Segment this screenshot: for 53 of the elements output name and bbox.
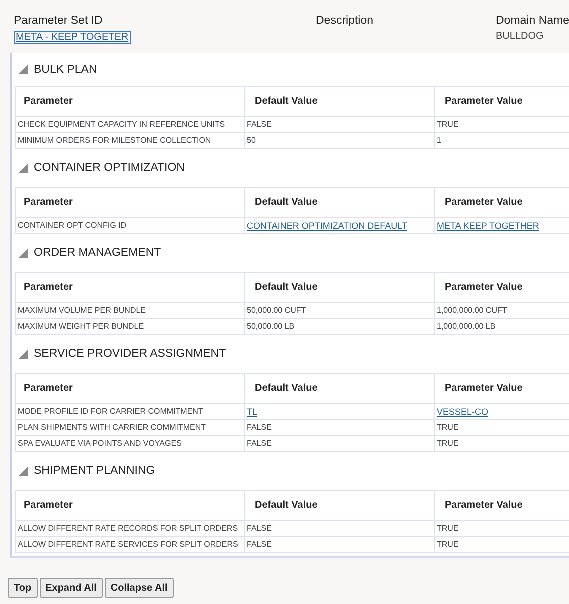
toolbar-button[interactable]: Collapse All [104,578,174,598]
field-label: Description [316,15,374,27]
section-title: CONTAINER OPTIMIZATION [34,162,185,174]
section-title: SHIPMENT PLANNING [34,465,156,477]
column-header: Parameter Value [434,86,569,116]
table-cell: MAXIMUM VOLUME PER BUNDLE [16,302,244,318]
field-value: BULLDOG [496,31,544,42]
column-header: Parameter [16,86,244,116]
column-header: Parameter Value [434,272,569,302]
toolbar-button[interactable]: Expand All [40,578,103,598]
value-link[interactable]: CONTAINER OPTIMIZATION DEFAULT [244,218,434,234]
parameter-set-link[interactable]: META - KEEP TOGETER [14,31,131,44]
table-cell: MODE PROFILE ID FOR CARRIER COMMITMENT [16,404,244,420]
table-cell: 50 [244,132,434,148]
value-link[interactable]: TL [244,404,434,420]
column-header: Parameter Value [434,490,569,520]
section-title: ORDER MANAGEMENT [34,247,162,259]
table-cell: ALLOW DIFFERENT RATE RECORDS FOR SPLIT ORDERS [16,520,244,536]
collapse-triangle-icon[interactable] [19,466,28,476]
column-header: Default Value [244,86,434,116]
table-cell: SPA EVALUATE VIA POINTS AND VOYAGES [16,436,244,452]
section-title: BULK PLAN [34,64,98,76]
toolbar-button[interactable]: Top [8,578,38,598]
table-cell: FALSE [244,520,434,536]
column-header: Default Value [244,188,434,218]
table-cell: ALLOW DIFFERENT RATE SERVICES FOR SPLIT ORDERS [16,536,244,552]
table-cell: FALSE [244,420,434,436]
column-header: Parameter [16,490,244,520]
collapse-triangle-icon[interactable] [19,164,28,172]
table-cell: MAXIMUM WEIGHT PER BUNDLE [16,318,244,334]
table-cell: PLAN SHIPMENTS WITH CARRIER COMMITMENT [16,420,244,436]
field-label: Domain Name [496,15,569,27]
column-header: Default Value [244,272,434,302]
table-cell: FALSE [244,436,434,452]
field-label: Parameter Set ID [14,15,103,27]
table-cell: CONTAINER OPT CONFIG ID [16,218,244,234]
collapse-triangle-icon[interactable] [19,65,28,74]
table-cell: 50,000.00 LB [244,318,434,334]
column-header: Parameter [16,272,244,302]
column-header: Parameter [16,374,244,404]
column-header: Default Value [244,374,434,404]
column-header: Parameter [16,188,244,218]
table-cell: 50,000.00 CUFT [244,302,434,318]
table-cell: FALSE [244,116,434,132]
section-title: SERVICE PROVIDER ASSIGNMENT [34,348,226,360]
table-cell: MINIMUM ORDERS FOR MILESTONE COLLECTION [16,132,244,148]
collapse-triangle-icon[interactable] [19,350,28,358]
column-header: Default Value [244,490,434,520]
column-header: Parameter Value [434,374,569,404]
table-cell: CHECK EQUIPMENT CAPACITY IN REFERENCE UNITS [16,116,244,132]
table-cell: FALSE [244,536,434,552]
collapse-triangle-icon[interactable] [19,248,28,258]
column-header: Parameter Value [434,188,569,218]
